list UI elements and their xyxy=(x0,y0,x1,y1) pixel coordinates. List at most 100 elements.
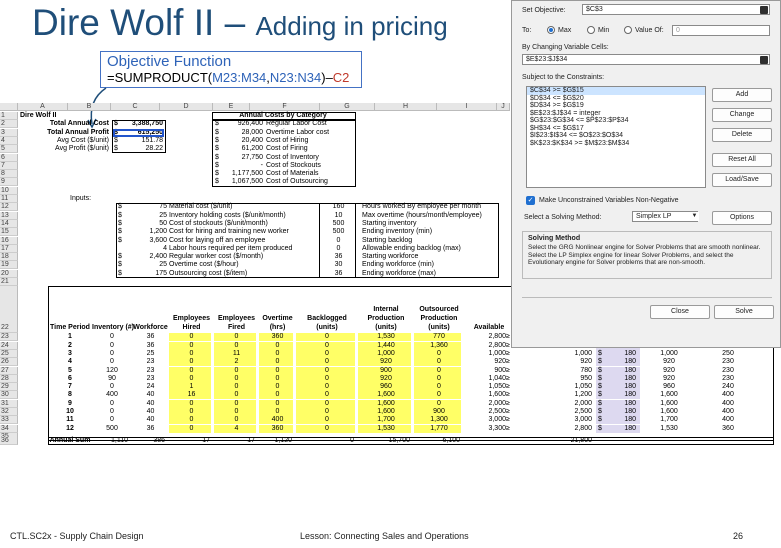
row-number[interactable]: 33 xyxy=(0,416,18,425)
cost-box xyxy=(212,120,356,187)
constraint-item[interactable]: $D$34 <= $G$20 xyxy=(527,95,705,103)
row-number[interactable]: 5 xyxy=(0,145,18,154)
solving-method-box: Solving Method Select the GRG Nonlinear … xyxy=(522,231,772,279)
delete-button[interactable]: Delete xyxy=(712,128,772,142)
reset-all-button[interactable]: Reset All xyxy=(712,153,772,167)
row-number[interactable]: 4 xyxy=(0,136,18,145)
make-unconstrained-checkbox[interactable]: ✓ xyxy=(526,196,535,205)
constraint-item[interactable]: $I$23:$I$34 <= $O$23:$O$34 xyxy=(527,132,705,140)
subject-to-label: Subject to the Constraints: xyxy=(522,74,605,81)
row-number[interactable]: 36 xyxy=(0,436,18,445)
row-number[interactable]: 26 xyxy=(0,358,18,367)
cost-title-box xyxy=(212,112,356,121)
slide-title-main: Dire Wolf II – xyxy=(32,2,256,43)
row-number[interactable]: 21 xyxy=(0,278,18,286)
selected-cell xyxy=(113,128,164,137)
constraint-item[interactable]: $K$23:$K$34 >= $M$23:$M$34 xyxy=(527,140,705,148)
column-header[interactable]: I xyxy=(437,103,497,111)
row-number[interactable]: 10 xyxy=(0,186,18,195)
solve-button[interactable]: Solve xyxy=(714,305,774,319)
options-button[interactable]: Options xyxy=(712,211,772,225)
row-number[interactable]: 8 xyxy=(0,170,18,179)
formula-close: )– xyxy=(321,70,333,85)
inputs-right-box xyxy=(319,203,499,278)
column-header[interactable]: G xyxy=(320,103,375,111)
row-number[interactable]: 14 xyxy=(0,219,18,228)
change-button[interactable]: Change xyxy=(712,108,772,122)
row-number[interactable]: 24 xyxy=(0,341,18,350)
by-changing-picker-icon[interactable] xyxy=(760,56,768,64)
add-button[interactable]: Add xyxy=(712,88,772,102)
row-number[interactable]: 23 xyxy=(0,333,18,342)
load-save-button[interactable]: Load/Save xyxy=(712,173,772,187)
close-button[interactable]: Close xyxy=(650,305,710,319)
min-radio[interactable] xyxy=(587,26,595,34)
formula-minus-cell: C2 xyxy=(332,70,350,85)
row-number[interactable]: 31 xyxy=(0,399,18,408)
column-header[interactable]: E xyxy=(213,103,250,111)
set-objective-picker-icon[interactable] xyxy=(760,6,768,14)
row-number[interactable]: 15 xyxy=(0,228,18,237)
row-number[interactable]: 9 xyxy=(0,178,18,187)
by-changing-input[interactable]: $E$23:$J$34 xyxy=(522,54,770,65)
row-number[interactable]: 19 xyxy=(0,261,18,270)
constraint-item[interactable]: $C$34 >= $G$15 xyxy=(527,87,705,95)
objective-function-callout: Objective Function =SUMPRODUCT(M23:M34,N… xyxy=(100,51,362,88)
row-number[interactable]: 20 xyxy=(0,269,18,278)
column-header[interactable]: B xyxy=(68,103,111,111)
value-of-input[interactable]: 0 xyxy=(672,25,770,36)
make-unconstrained-label: Make Unconstrained Variables Non-Negativ… xyxy=(539,197,679,204)
formula-range-2: N23:N34 xyxy=(269,70,322,85)
row-number[interactable]: 7 xyxy=(0,161,18,170)
constraints-list[interactable]: $C$34 >= $G$15 $D$34 <= $G$20 $D$34 >= $G$… xyxy=(526,86,706,188)
solving-method-heading: Solving Method xyxy=(528,235,581,242)
row-number[interactable]: 12 xyxy=(0,203,18,212)
summary-label: Avg Profit ($/unit) xyxy=(55,145,109,153)
row-number[interactable]: 18 xyxy=(0,253,18,262)
column-header[interactable]: C xyxy=(111,103,160,111)
by-changing-label: By Changing Variable Cells: xyxy=(522,44,609,51)
solver-dialog: Set Objective: $C$3 To: Max Min Value Of… xyxy=(511,0,781,348)
sum-row-box xyxy=(48,436,774,446)
column-header[interactable]: H xyxy=(375,103,437,111)
inputs-label: Inputs: xyxy=(70,195,92,202)
row-number[interactable]: 16 xyxy=(0,236,18,245)
row-number[interactable]: 3 xyxy=(0,128,18,137)
row-number[interactable]: 11 xyxy=(0,195,18,203)
constraint-item[interactable]: $D$34 >= $G$19 xyxy=(527,102,705,110)
solving-method-select[interactable]: Simplex LP xyxy=(632,211,698,222)
row-number[interactable]: 27 xyxy=(0,366,18,375)
column-header[interactable]: F xyxy=(250,103,320,111)
row-number[interactable]: 34 xyxy=(0,424,18,433)
max-label: Max xyxy=(558,27,572,34)
summary-box xyxy=(112,120,166,154)
summary-label: Avg Cost ($/unit) xyxy=(56,136,109,144)
row-number[interactable]: 30 xyxy=(0,391,18,400)
row-number[interactable]: 32 xyxy=(0,408,18,416)
set-objective-input[interactable]: $C$3 xyxy=(582,4,770,15)
row-number[interactable]: 17 xyxy=(0,244,18,253)
column-header[interactable]: A xyxy=(18,103,68,111)
column-header[interactable]: D xyxy=(160,103,213,111)
row-number[interactable]: 1 xyxy=(0,112,18,120)
constraint-item[interactable]: $H$34 <= $G$17 xyxy=(527,125,705,133)
callout-formula: =SUMPRODUCT(M23:M34,N23:N34)–C2 xyxy=(107,70,355,86)
row-number[interactable]: 22 xyxy=(0,286,18,334)
solving-method-label: Select a Solving Method: xyxy=(524,214,602,221)
column-header[interactable]: J xyxy=(497,103,510,111)
max-radio[interactable] xyxy=(547,26,555,34)
footer-course: CTL.SC2x - Supply Chain Design xyxy=(10,531,144,541)
row-number[interactable]: 29 xyxy=(0,383,18,392)
row-number[interactable]: 2 xyxy=(0,120,18,129)
row-number[interactable]: 25 xyxy=(0,349,18,358)
row-number[interactable]: 13 xyxy=(0,211,18,220)
to-label: To: xyxy=(522,27,532,34)
value-of-radio[interactable] xyxy=(624,26,632,34)
chevron-down-icon[interactable]: ▼ xyxy=(690,212,699,221)
constraint-item[interactable]: $E$23:$J$34 = integer xyxy=(527,110,705,118)
constraint-item[interactable]: $G$23:$G$34 <= $P$23:$P$34 xyxy=(527,117,705,125)
row-number[interactable]: 6 xyxy=(0,153,18,162)
footer-lesson: Lesson: Connecting Sales and Operations xyxy=(300,531,469,541)
row-number[interactable]: 28 xyxy=(0,374,18,383)
page-number: 26 xyxy=(733,531,744,541)
